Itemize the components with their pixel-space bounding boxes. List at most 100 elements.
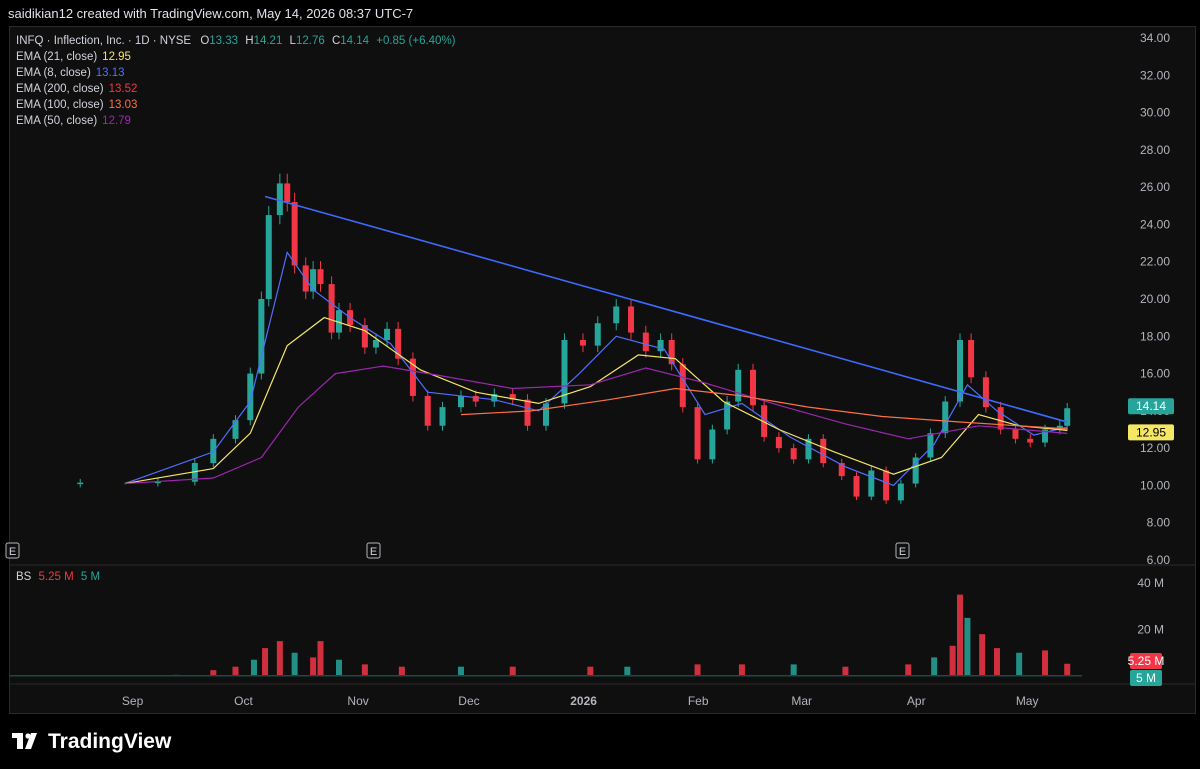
volume-bar xyxy=(905,664,912,676)
ema-line xyxy=(124,365,1068,485)
open-value: 13.33 xyxy=(209,35,239,47)
indicator-ema100[interactable]: EMA (100, close) 13.03 xyxy=(16,97,456,113)
last-price-badge: 14.14 xyxy=(1128,398,1174,415)
candle xyxy=(284,173,291,212)
candle-body xyxy=(679,364,686,408)
volume-bar xyxy=(624,666,631,676)
volume-bar xyxy=(457,666,464,676)
candle-body xyxy=(709,429,716,460)
volume-bar xyxy=(979,634,986,676)
x-axis-tick-label: Sep xyxy=(122,694,144,708)
x-axis-tick-label: May xyxy=(1016,694,1039,708)
y-axis-tick-label: 24.00 xyxy=(1140,217,1170,231)
candle-body xyxy=(384,328,391,341)
close-value: 14.14 xyxy=(340,35,370,47)
indicator-label: EMA (100, close) xyxy=(16,99,104,111)
indicator-value: 13.03 xyxy=(108,99,138,111)
candle xyxy=(853,472,860,501)
trendline[interactable] xyxy=(264,195,1068,423)
volume-bar xyxy=(738,664,745,676)
indicator-ema200[interactable]: EMA (200, close) 13.52 xyxy=(16,81,456,97)
volume-axis-tick-label: 20 M xyxy=(1137,623,1164,637)
x-axis-tick-label: Apr xyxy=(907,694,926,708)
candle-body xyxy=(524,399,531,426)
candle xyxy=(613,299,620,331)
volume-bar xyxy=(842,666,849,676)
candle-body xyxy=(883,470,890,501)
volume-badge-sell-text: 5.25 M xyxy=(1128,654,1165,668)
volume-badge-sell: 5.25 M xyxy=(1128,653,1165,669)
volume-baseline xyxy=(10,675,1082,677)
volume-bar xyxy=(790,664,797,676)
y-axis-tick-label: 32.00 xyxy=(1140,68,1170,82)
symbol-line[interactable]: INFQ · Inflection, Inc. · 1D · NYSE O13.… xyxy=(16,33,456,49)
volume-axis-tick-label: 40 M xyxy=(1137,576,1164,590)
candle-body xyxy=(1064,408,1071,426)
volume-bar xyxy=(262,648,269,676)
candle-body xyxy=(868,470,875,497)
volume-legend[interactable]: BS 5.25 M 5 M xyxy=(16,571,100,583)
candle xyxy=(77,478,84,488)
candle xyxy=(927,428,934,462)
candle xyxy=(395,321,402,365)
tradingview-logo-icon xyxy=(12,733,37,749)
indicator-ema8[interactable]: EMA (8, close) 13.13 xyxy=(16,65,456,81)
tradingview-brand: TradingView xyxy=(48,730,172,753)
candle xyxy=(276,173,283,225)
candle xyxy=(968,333,975,384)
volume-bar xyxy=(1016,652,1023,676)
volume-bar xyxy=(509,666,516,676)
indicator-ema50[interactable]: EMA (50, close) 12.79 xyxy=(16,113,456,129)
candle xyxy=(310,261,317,300)
candle xyxy=(409,352,416,402)
candle-body xyxy=(820,438,827,464)
ema21-badge: 12.95 xyxy=(1128,424,1174,441)
earnings-marker[interactable]: E xyxy=(366,542,381,559)
low-value: 12.76 xyxy=(295,35,325,47)
last-price-badge-text: 14.14 xyxy=(1136,399,1166,413)
candle-body xyxy=(291,202,298,266)
y-axis-tick-label: 20.00 xyxy=(1140,292,1170,306)
candle-body xyxy=(579,340,586,346)
earnings-marker[interactable]: E xyxy=(5,542,20,559)
candle xyxy=(594,316,601,353)
close-label: C xyxy=(331,35,341,47)
candle-body xyxy=(328,284,335,333)
candle-body xyxy=(613,306,620,324)
ema21-badge-text: 12.95 xyxy=(1136,425,1166,439)
x-axis-tick-label: Dec xyxy=(458,694,479,708)
candle-body xyxy=(897,483,904,501)
candle-body xyxy=(439,407,446,426)
candle-body xyxy=(1012,429,1019,439)
volume-bar xyxy=(398,666,405,676)
x-axis-tick-label: Mar xyxy=(791,694,812,708)
indicator-value: 12.95 xyxy=(102,51,131,63)
indicator-ema21[interactable]: EMA (21, close) 12.95 xyxy=(16,49,456,65)
candle xyxy=(820,434,827,468)
candle xyxy=(912,453,919,488)
candle xyxy=(982,371,989,413)
volume-bar xyxy=(361,664,368,676)
volume-bar xyxy=(1064,663,1071,676)
candle xyxy=(561,333,568,409)
y-axis-tick-label: 28.00 xyxy=(1140,143,1170,157)
volume-bar xyxy=(993,648,1000,676)
indicator-label: EMA (200, close) xyxy=(16,83,104,95)
tradingview-logo[interactable]: TradingView xyxy=(12,730,171,754)
candle xyxy=(524,394,531,431)
x-axis-tick-label: 2026 xyxy=(570,694,597,708)
candle xyxy=(735,363,742,407)
volume-bar xyxy=(310,657,317,676)
y-axis-tick-label: 16.00 xyxy=(1140,367,1170,381)
high-label: H xyxy=(245,35,254,47)
candle xyxy=(491,388,498,407)
candle-body xyxy=(853,476,860,497)
earnings-marker[interactable]: E xyxy=(895,542,910,559)
candle xyxy=(509,388,516,406)
volume-bar xyxy=(957,594,964,676)
candle xyxy=(657,333,664,358)
volume-legend-label: BS xyxy=(16,571,32,583)
candle xyxy=(439,401,446,431)
candle-body xyxy=(968,340,975,378)
candle-body xyxy=(457,395,464,408)
